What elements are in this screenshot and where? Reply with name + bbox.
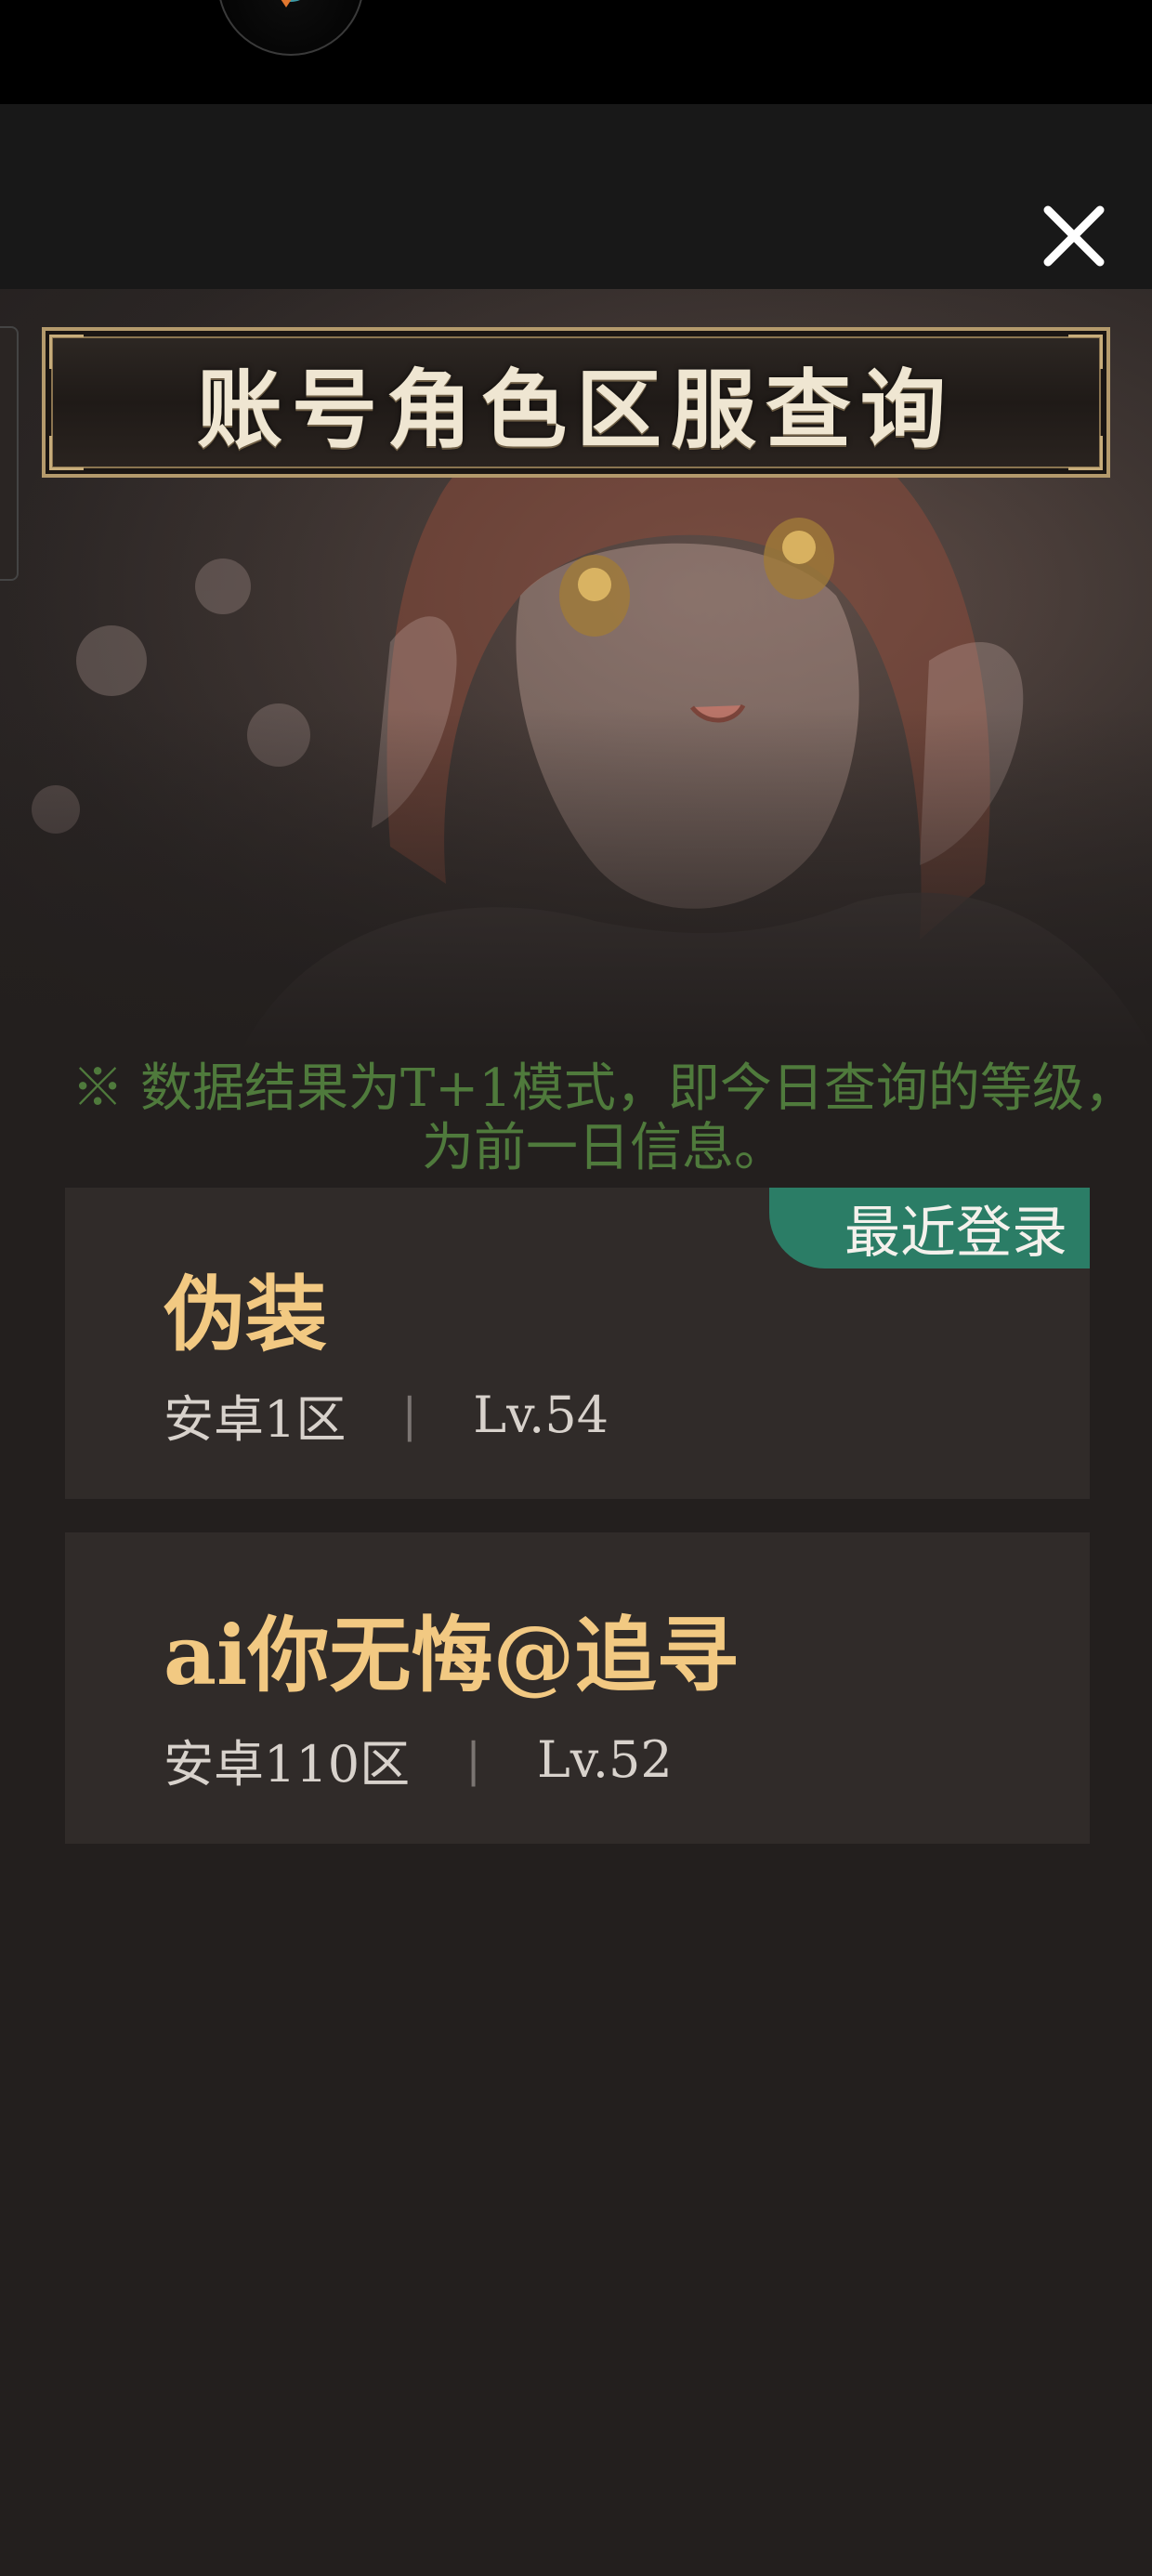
divider: | (465, 1732, 481, 1787)
bird-avatar-icon[interactable] (217, 0, 364, 56)
notice-text: ※ 数据结果为T+1模式，即今日查询的等级，为前一日信息。 (72, 1058, 1136, 1178)
close-icon (1043, 205, 1105, 267)
role-level: Lv.52 (536, 1730, 673, 1789)
recent-login-badge: 最近登录 (769, 1188, 1090, 1268)
close-button[interactable] (1039, 201, 1109, 271)
top-strip (0, 0, 1152, 104)
role-info: 安卓110区 | Lv.52 (164, 1723, 673, 1796)
side-tab[interactable] (0, 326, 19, 581)
role-name: ai你无悔@追寻 (164, 1607, 739, 1703)
role-info: 安卓1区 | Lv.54 (164, 1378, 609, 1452)
page: 账号角色区服查询 ※ 数据结果为T+1模式，即今日查询的等级，为前一日信息。 最… (0, 0, 1152, 2576)
server-name: 安卓1区 (164, 1390, 347, 1449)
title-banner: 账号角色区服查询 (42, 327, 1110, 478)
server-name: 安卓110区 (164, 1735, 411, 1794)
role-card[interactable]: 最近登录 伪装 安卓1区 | Lv.54 (65, 1188, 1090, 1499)
dialog-header (0, 104, 1152, 289)
role-name: 伪装 (164, 1267, 328, 1362)
role-card[interactable]: ai你无悔@追寻 安卓110区 | Lv.52 (65, 1532, 1090, 1844)
page-title: 账号角色区服查询 (196, 362, 955, 458)
role-level: Lv.54 (473, 1386, 609, 1444)
divider: | (401, 1387, 418, 1442)
